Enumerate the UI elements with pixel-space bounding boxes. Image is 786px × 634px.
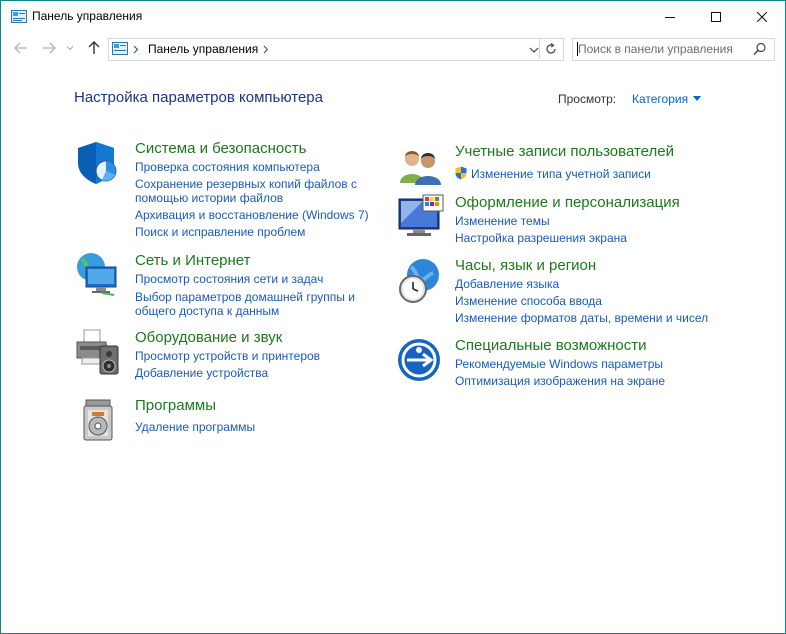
network-icon[interactable] — [74, 251, 122, 299]
link-file-history[interactable]: Сохранение резервных копий файлов с — [135, 177, 357, 192]
link-troubleshoot[interactable]: Поиск и исправление проблем — [135, 225, 305, 240]
link-uninstall-program[interactable]: Удаление программы — [135, 420, 255, 435]
accessibility-icon[interactable] — [397, 336, 445, 384]
link-add-language[interactable]: Добавление языка — [455, 277, 559, 292]
minimize-button[interactable] — [647, 1, 693, 32]
category-title[interactable]: Учетные записи пользователей — [455, 143, 674, 160]
link-change-account-type[interactable]: Изменение типа учетной записи — [471, 167, 651, 182]
up-button[interactable] — [86, 40, 102, 56]
control-panel-icon — [112, 42, 128, 55]
forward-button[interactable] — [41, 40, 57, 56]
category-title[interactable]: Программы — [135, 397, 216, 414]
maximize-icon — [711, 11, 721, 22]
link-add-device[interactable]: Добавление устройства — [135, 366, 268, 381]
control-panel-window: Панель управления Панель управления Поис… — [0, 0, 786, 634]
maximize-button[interactable] — [693, 1, 739, 32]
link-change-theme[interactable]: Изменение темы — [455, 214, 550, 229]
breadcrumb-control-panel[interactable]: Панель управления — [148, 42, 258, 56]
clock-globe-icon[interactable] — [397, 257, 445, 305]
address-bar[interactable]: Панель управления — [108, 38, 564, 61]
display-icon[interactable] — [397, 193, 445, 241]
link-homegroup[interactable]: Выбор параметров домашней группы и — [135, 290, 355, 305]
refresh-icon — [546, 42, 556, 54]
printer-icon[interactable] — [74, 328, 122, 376]
content-area: Настройка параметров компьютера Просмотр… — [1, 65, 785, 633]
category-title[interactable]: Система и безопасность — [135, 140, 306, 157]
link-check-status[interactable]: Проверка состояния компьютера — [135, 160, 320, 175]
arrow-up-icon — [88, 41, 100, 54]
category-title[interactable]: Оборудование и звук — [135, 329, 282, 346]
minimize-icon — [665, 16, 675, 18]
title-bar[interactable]: Панель управления — [1, 1, 785, 32]
view-by-label: Просмотр: — [558, 92, 617, 106]
category-title[interactable]: Сеть и Интернет — [135, 252, 251, 269]
control-panel-icon — [11, 10, 27, 23]
recent-locations-button[interactable] — [65, 40, 75, 56]
navigation-bar: Панель управления — [1, 32, 785, 65]
link-optimize-display[interactable]: Оптимизация изображения на экране — [455, 374, 665, 389]
view-by-dropdown[interactable]: Категория — [632, 92, 688, 106]
refresh-button[interactable] — [539, 38, 562, 59]
category-title[interactable]: Оформление и персонализация — [455, 194, 680, 211]
link-network-status[interactable]: Просмотр состояния сети и задач — [135, 272, 323, 287]
category-title[interactable]: Специальные возможности — [455, 337, 647, 354]
link-homegroup-cont[interactable]: общего доступа к данным — [135, 304, 279, 319]
chevron-right-icon[interactable] — [263, 45, 269, 54]
search-input[interactable] — [578, 41, 748, 57]
link-devices-printers[interactable]: Просмотр устройств и принтеров — [135, 349, 320, 364]
category-title[interactable]: Часы, язык и регион — [455, 257, 596, 274]
chevron-down-icon — [66, 46, 74, 51]
link-input-method[interactable]: Изменение способа ввода — [455, 294, 602, 309]
page-title: Настройка параметров компьютера — [74, 89, 323, 106]
link-recommended-settings[interactable]: Рекомендуемые Windows параметры — [455, 357, 663, 372]
link-date-formats[interactable]: Изменение форматов даты, времени и чисел — [455, 311, 708, 326]
dropdown-caret-icon[interactable] — [693, 96, 701, 101]
chevron-right-icon[interactable] — [133, 45, 139, 54]
arrow-left-icon — [14, 42, 27, 54]
search-box[interactable] — [572, 38, 775, 61]
search-icon[interactable] — [753, 42, 767, 56]
shield-icon[interactable] — [74, 139, 122, 187]
link-backup-restore[interactable]: Архивация и восстановление (Windows 7) — [135, 208, 369, 223]
window-title: Панель управления — [32, 9, 143, 23]
arrow-right-icon — [43, 42, 56, 54]
link-file-history-cont[interactable]: помощью истории файлов — [135, 191, 283, 206]
programs-icon[interactable] — [74, 396, 122, 444]
back-button[interactable] — [13, 40, 29, 56]
close-button[interactable] — [739, 1, 785, 32]
users-icon[interactable] — [397, 143, 445, 191]
link-screen-resolution[interactable]: Настройка разрешения экрана — [455, 231, 627, 246]
uac-shield-icon — [455, 166, 467, 180]
close-icon — [757, 11, 767, 22]
